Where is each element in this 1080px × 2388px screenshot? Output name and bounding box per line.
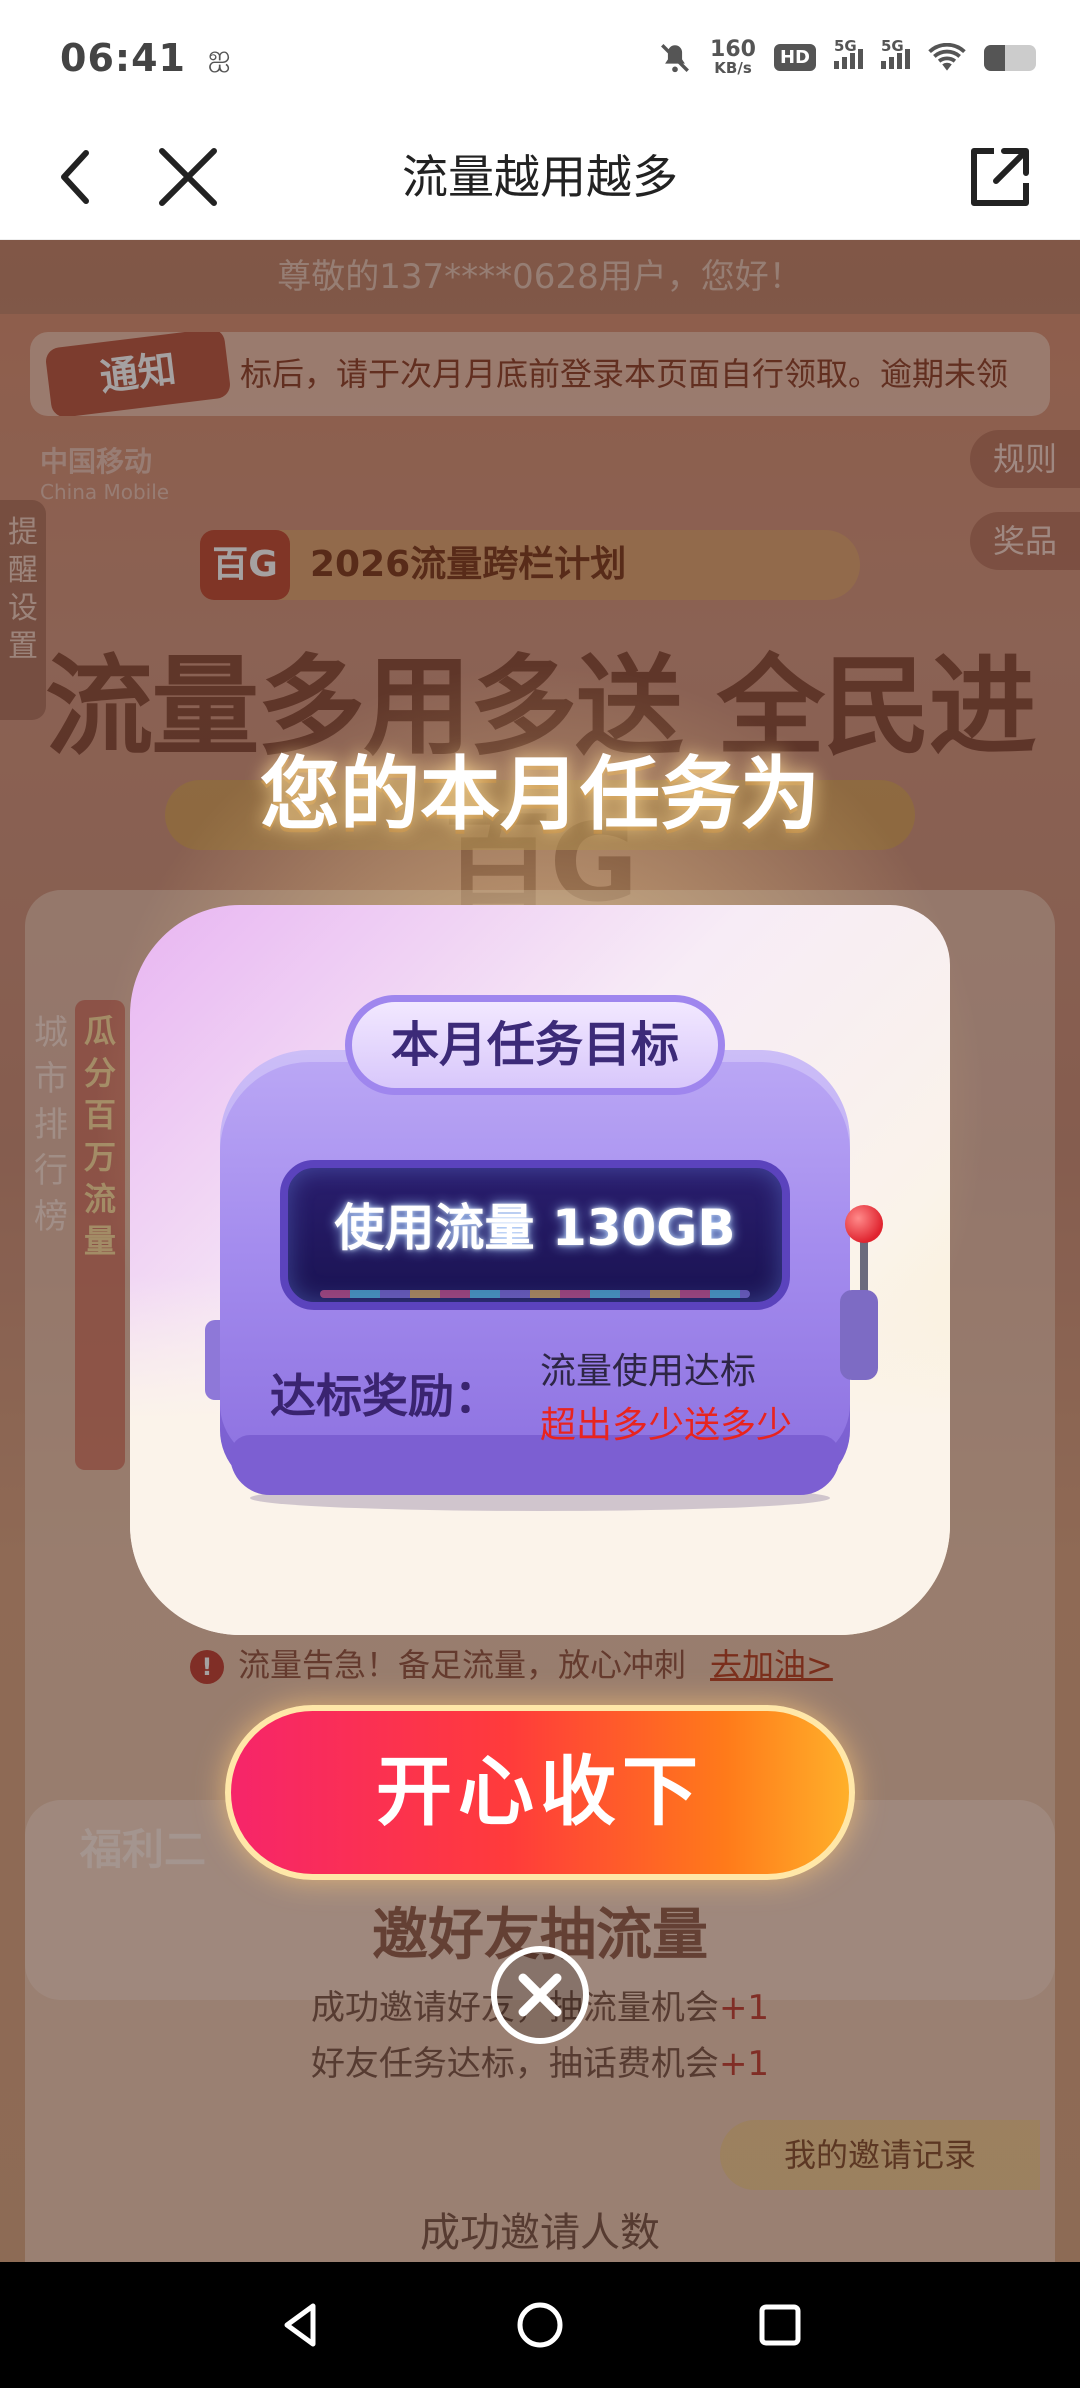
- task-target-label: 本月任务目标: [345, 995, 725, 1095]
- accept-button[interactable]: 开心收下: [225, 1705, 855, 1880]
- speed-value: 160: [710, 37, 756, 62]
- system-recents-icon[interactable]: [745, 2290, 815, 2360]
- signal-icon: 5G: [834, 37, 863, 69]
- notification-icon: ஐ: [207, 39, 231, 72]
- nav-bar: 流量越用越多: [0, 115, 1080, 240]
- lever-ball-icon: [845, 1205, 883, 1243]
- share-icon[interactable]: [960, 137, 1040, 217]
- modal-heading: 您的本月任务为: [260, 748, 820, 841]
- speed-unit: KB/s: [714, 59, 752, 77]
- modal-close-icon[interactable]: [490, 1945, 590, 2045]
- sim1-label: 5G: [834, 36, 857, 55]
- network-speed: 160 KB/s: [710, 39, 756, 76]
- sim2-label: 5G: [881, 36, 904, 55]
- status-icons: 160 KB/s HD 5G 5G: [658, 37, 1036, 76]
- wifi-icon: [928, 42, 966, 71]
- battery-icon: [984, 44, 1036, 71]
- reward-condition: 流量使用达标: [540, 1351, 757, 1392]
- status-time: 06:41: [60, 35, 186, 80]
- hd-icon: HD: [773, 44, 816, 71]
- signal-icon-2: 5G: [881, 37, 910, 69]
- reward-description: 超出多少送多少: [540, 1405, 793, 1446]
- system-home-icon[interactable]: [505, 2290, 575, 2360]
- task-target-value: 使用流量 130GB: [334, 1199, 736, 1257]
- status-bar: 06:41 ஐ 160 KB/s HD 5G 5G: [0, 0, 1080, 115]
- close-icon[interactable]: [150, 139, 226, 215]
- mute-icon: [661, 43, 689, 72]
- system-nav-bar: [0, 2262, 1080, 2388]
- lever-base: [840, 1290, 878, 1380]
- reward-label: 达标奖励：: [270, 1369, 500, 1423]
- system-back-icon[interactable]: [265, 2290, 335, 2360]
- back-icon[interactable]: [40, 139, 116, 215]
